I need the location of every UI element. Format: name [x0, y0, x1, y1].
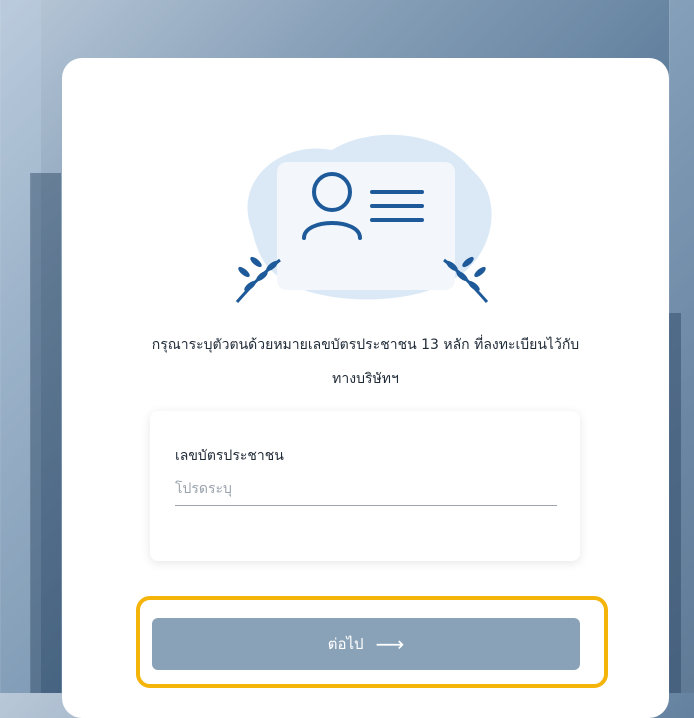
next-button-label: ต่อไป [327, 635, 364, 653]
id-number-field-box: เลขบัตรประชาชน [150, 411, 580, 561]
id-number-input[interactable] [175, 473, 557, 506]
instruction-line-1: กรุณาระบุตัวตนด้วยหมายเลขบัตรประชาชน 13 … [151, 337, 580, 353]
id-card-illustration [235, 134, 492, 303]
laurel-left-icon [235, 256, 281, 303]
id-number-label: เลขบัตรประชาชน [175, 448, 284, 464]
next-button[interactable]: ต่อไป ⟶ [152, 618, 580, 670]
arrow-right-icon: ⟶ [375, 632, 405, 656]
instruction-line-2: ทางบริษัทฯ [332, 371, 399, 387]
instruction-text: กรุณาระบุตัวตนด้วยหมายเลขบัตรประชาชน 13 … [82, 328, 649, 396]
